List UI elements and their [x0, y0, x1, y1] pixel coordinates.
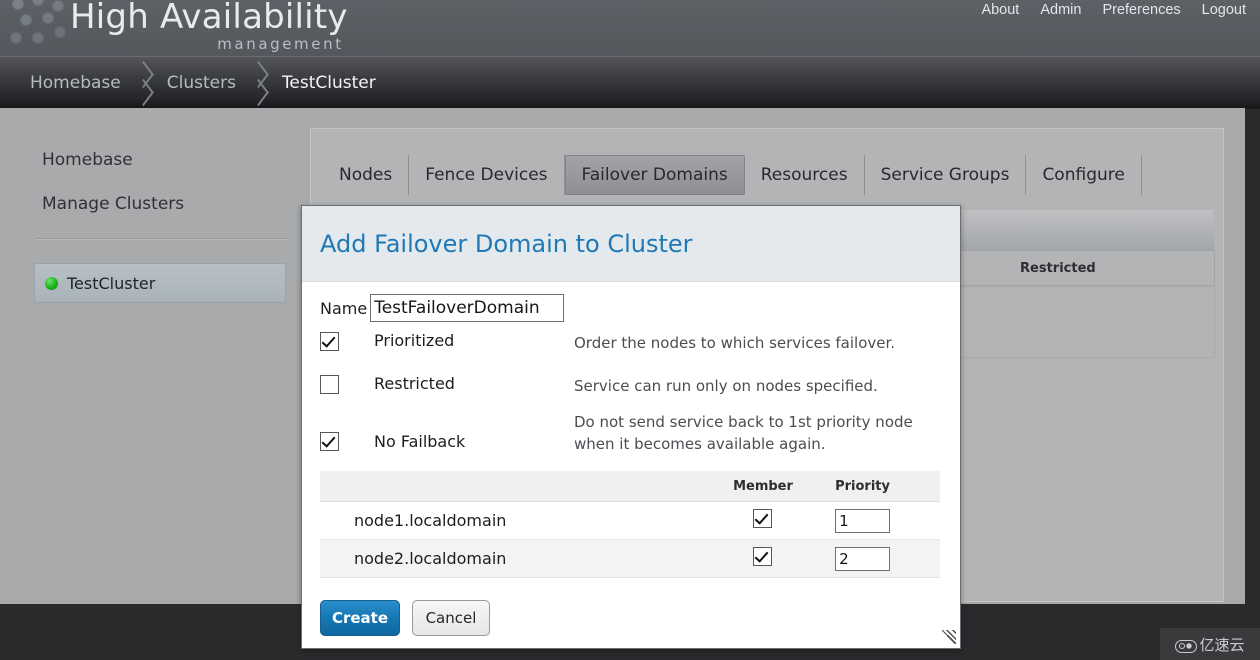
topnav-item-admin[interactable]: Admin	[1040, 2, 1081, 18]
checkbox-member-node2[interactable]	[753, 547, 773, 566]
breadcrumb-chevron-icon	[248, 57, 270, 109]
tab-failover-domains[interactable]: Failover Domains	[564, 155, 745, 195]
name-label: Name	[320, 298, 368, 318]
tab-bar: Nodes Fence Devices Failover Domains Res…	[323, 155, 1142, 195]
topnav-item-logout[interactable]: Logout	[1202, 2, 1246, 18]
breadcrumb-chevron-icon	[133, 57, 155, 109]
column-header-priority: Priority	[825, 471, 940, 502]
brand-subtitle: management	[217, 35, 344, 53]
option-label-no-failback: No Failback	[374, 432, 466, 451]
checkbox-no-failback[interactable]	[320, 432, 339, 451]
breadcrumb-bar: Homebase Clusters TestCluster	[0, 56, 1260, 109]
sidebar: Homebase Manage Clusters TestCluster	[0, 108, 300, 604]
option-row-no-failback: No Failback Do not send service back to …	[320, 413, 914, 455]
priority-input-node2[interactable]	[835, 546, 891, 571]
name-row: Name	[320, 294, 565, 322]
member-table: Member Priority node1.localdomain node2.…	[320, 471, 940, 578]
dialog-title: Add Failover Domain to Cluster	[320, 229, 693, 258]
breadcrumb-item-clusters[interactable]: Clusters	[155, 73, 248, 93]
column-header-node	[320, 471, 701, 502]
cloud-icon	[1175, 638, 1198, 653]
option-desc-prioritized: Order the nodes to which services failov…	[574, 334, 896, 352]
cell-member	[700, 501, 826, 540]
tab-resources[interactable]: Resources	[745, 155, 865, 195]
tab-fence-devices[interactable]: Fence Devices	[409, 155, 565, 195]
option-label-prioritized: Prioritized	[374, 331, 455, 350]
breadcrumb-item-homebase[interactable]: Homebase	[18, 73, 133, 93]
add-failover-domain-dialog: Add Failover Domain to Cluster Name Prio…	[301, 205, 961, 649]
hex-dots-logo-icon	[8, 0, 78, 60]
table-row: node2.localdomain	[320, 539, 940, 578]
checkbox-member-node1[interactable]	[753, 509, 773, 528]
tab-nodes[interactable]: Nodes	[323, 155, 410, 195]
brand: High Availability management	[70, 0, 348, 52]
name-input[interactable]	[370, 294, 565, 322]
top-navigation: About Admin Preferences Logout	[981, 2, 1246, 18]
sidebar-item-manage-clusters[interactable]: Manage Clusters	[42, 194, 184, 214]
sidebar-divider	[36, 238, 288, 240]
table-row: node1.localdomain	[320, 501, 940, 540]
topnav-item-about[interactable]: About	[981, 2, 1019, 18]
checkbox-prioritized[interactable]	[320, 332, 339, 351]
tab-service-groups[interactable]: Service Groups	[865, 155, 1027, 195]
cell-member	[700, 539, 826, 578]
cell-priority	[825, 539, 940, 578]
green-status-dot-icon	[45, 276, 58, 290]
resize-grip-icon[interactable]	[942, 630, 956, 644]
masthead: High Availability management About Admin…	[0, 0, 1260, 60]
cancel-button[interactable]: Cancel	[412, 600, 490, 636]
column-header-member: Member	[700, 471, 826, 502]
option-row-restricted: Restricted Service can run only on nodes…	[320, 374, 914, 397]
checkbox-restricted[interactable]	[320, 375, 339, 394]
sidebar-item-homebase[interactable]: Homebase	[42, 150, 133, 170]
breadcrumb: Homebase Clusters TestCluster	[18, 57, 388, 109]
cell-node-name: node2.localdomain	[320, 539, 701, 578]
option-desc-restricted: Service can run only on nodes specified.	[574, 377, 878, 395]
cell-priority	[825, 501, 940, 540]
brand-title: High Availability	[70, 0, 348, 37]
option-label-restricted: Restricted	[374, 374, 455, 393]
watermark-text: 亿速云	[1199, 635, 1245, 654]
topnav-item-preferences[interactable]: Preferences	[1102, 2, 1180, 18]
breadcrumb-item-testcluster[interactable]: TestCluster	[270, 73, 388, 93]
dialog-footer: Create Cancel	[320, 600, 490, 636]
option-row-prioritized: Prioritized Order the nodes to which ser…	[320, 331, 914, 354]
sidebar-item-testcluster[interactable]: TestCluster	[34, 263, 286, 303]
column-header-restricted: Restricted	[1020, 260, 1096, 276]
watermark: 亿速云	[1160, 628, 1260, 660]
tab-configure[interactable]: Configure	[1026, 155, 1142, 195]
member-table-header-row: Member Priority	[320, 471, 940, 502]
dialog-header: Add Failover Domain to Cluster	[302, 206, 960, 282]
option-desc-no-failback: Do not send service back to 1st priority…	[574, 413, 913, 453]
cell-node-name: node1.localdomain	[320, 501, 701, 540]
priority-input-node1[interactable]	[835, 508, 891, 533]
create-button[interactable]: Create	[320, 600, 400, 636]
sidebar-cluster-label: TestCluster	[67, 273, 156, 293]
